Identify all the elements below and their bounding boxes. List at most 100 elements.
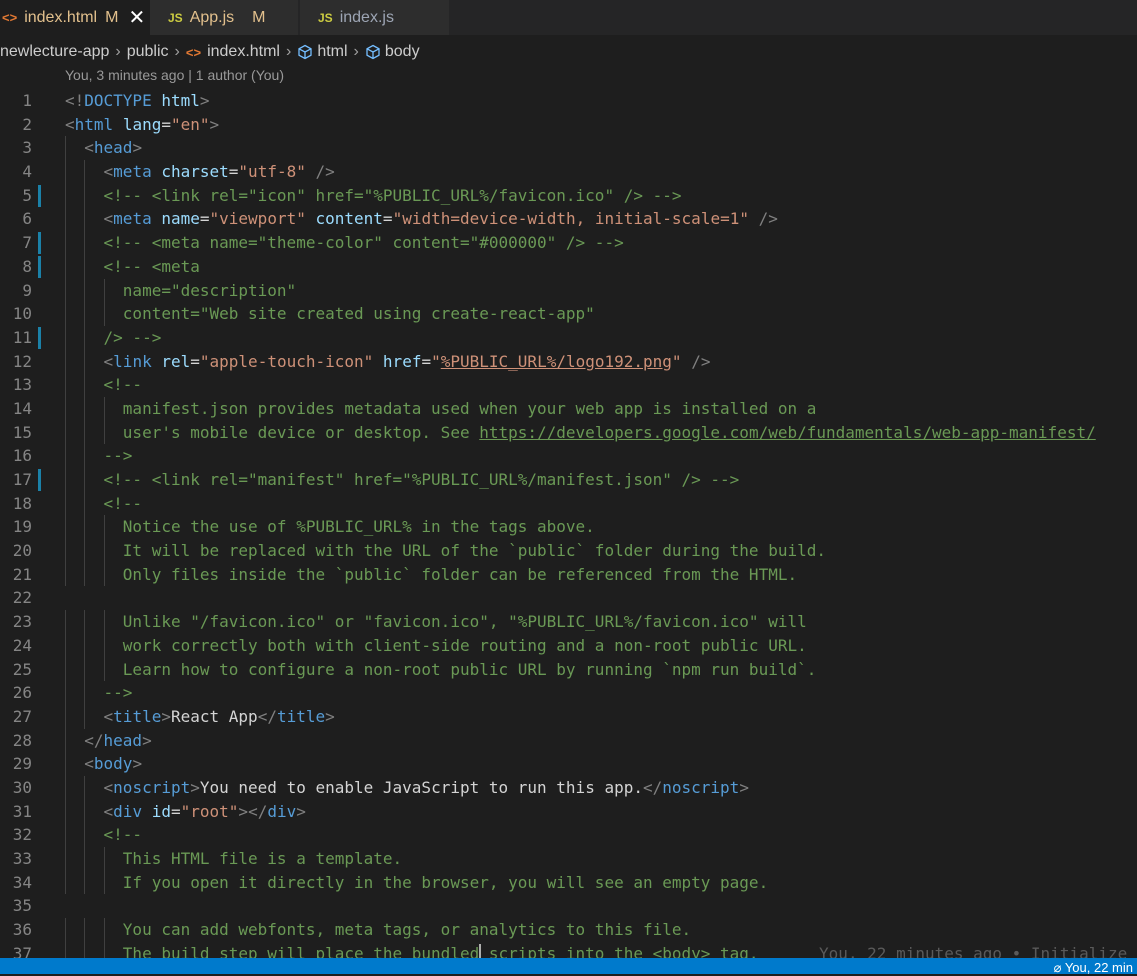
line-number: 10	[12, 304, 32, 324]
code-line[interactable]: 3 <head>	[0, 136, 1137, 161]
tab-index-html[interactable]: <> index.html M ✕	[0, 0, 150, 35]
git-commit-icon: ⌀	[1053, 960, 1065, 975]
code-text: <!--	[103, 375, 143, 395]
breadcrumb-item-folder[interactable]: public	[127, 43, 169, 61]
js-file-icon: JS	[318, 10, 333, 25]
code-text: <noscript>You need to enable JavaScript …	[103, 777, 749, 797]
tab-app-js[interactable]: JS App.js M	[150, 0, 298, 35]
line-number: 14	[12, 398, 32, 418]
breadcrumb: newlecture-app › public › <> index.html …	[0, 38, 420, 66]
line-number: 8	[22, 256, 32, 276]
breadcrumb-item-symbol[interactable]: body	[385, 43, 420, 61]
inline-git-blame[interactable]: You, 22 minutes ago • Initialize	[819, 942, 1127, 958]
code-line[interactable]: 19 Notice the use of %PUBLIC_URL% in the…	[0, 515, 1137, 540]
git-modified-gutter-marker[interactable]	[38, 326, 41, 349]
symbol-element-icon	[297, 44, 313, 60]
code-line[interactable]: 28 </head>	[0, 728, 1137, 753]
code-text: Unlike "/favicon.ico" or "favicon.ico", …	[65, 612, 807, 632]
code-text: It will be replaced with the URL of the …	[65, 541, 826, 561]
code-text: content="Web site created using create-r…	[65, 304, 595, 324]
git-modified-gutter-marker[interactable]	[38, 184, 41, 207]
line-number: 21	[12, 564, 32, 584]
code-text: <head>	[84, 138, 143, 158]
tab-label: index.js	[339, 8, 394, 26]
code-line[interactable]: 6 <meta name="viewport" content="width=d…	[0, 207, 1137, 232]
line-number: 4	[22, 162, 32, 182]
line-number: 6	[22, 209, 32, 229]
code-line[interactable]: 9 name="description"	[0, 278, 1137, 303]
js-file-icon: JS	[168, 10, 183, 25]
code-text: -->	[65, 446, 133, 466]
code-line[interactable]: 32 <!--	[0, 823, 1137, 847]
code-text: <html lang="en">	[65, 114, 220, 134]
git-modified-gutter-marker[interactable]	[38, 232, 41, 255]
code-line[interactable]: 34 If you open it directly in the browse…	[0, 870, 1137, 895]
code-line[interactable]: 36 You can add webfonts, meta tags, or a…	[0, 918, 1137, 942]
code-line[interactable]: 16 -->	[0, 444, 1137, 468]
tab-label: index.html	[24, 8, 98, 26]
breadcrumb-item-file[interactable]: index.html	[207, 43, 280, 61]
html-file-icon: <>	[185, 44, 202, 60]
code-line[interactable]: 35	[0, 894, 1137, 918]
git-modified-gutter-marker[interactable]	[38, 469, 41, 491]
code-line[interactable]: 24 work correctly both with client-side …	[0, 633, 1137, 658]
code-line[interactable]: 18 <!--	[0, 491, 1137, 516]
line-number: 30	[12, 777, 32, 797]
code-line[interactable]: 12 <link rel="apple-touch-icon" href="%P…	[0, 349, 1137, 374]
code-line[interactable]: 17 <!-- <link rel="manifest" href="%PUBL…	[0, 468, 1137, 492]
code-text: If you open it directly in the browser, …	[65, 872, 769, 892]
code-text: You can add webfonts, meta tags, or anal…	[65, 920, 692, 940]
line-number: 22	[12, 588, 32, 608]
codelens-blame[interactable]: You, 3 minutes ago | 1 author (You)	[65, 67, 284, 83]
code-line[interactable]: 7 <!-- <meta name="theme-color" content=…	[0, 231, 1137, 255]
code-line[interactable]: 14 manifest.json provides metadata used …	[0, 396, 1137, 421]
line-number: 37	[12, 943, 32, 958]
code-text: <body>	[84, 754, 143, 774]
code-line[interactable]: 23 Unlike "/favicon.ico" or "favicon.ico…	[0, 610, 1137, 634]
code-line[interactable]: 37 The build step will place the bundled…	[0, 941, 1137, 958]
code-line[interactable]: 15 user's mobile device or desktop. See …	[0, 420, 1137, 445]
code-text: This HTML file is a template.	[65, 849, 403, 868]
close-icon[interactable]: ✕	[128, 5, 145, 30]
tab-index-js[interactable]: JS index.js	[300, 0, 449, 35]
line-number: 3	[22, 138, 32, 158]
code-editor[interactable]: 1 <!DOCTYPE html> 2 <html lang="en"> 3 <head…	[0, 89, 1137, 958]
line-number: 13	[12, 375, 32, 395]
code-text: <!--	[103, 493, 143, 513]
code-text: user's mobile device or desktop. See htt…	[65, 422, 1096, 442]
code-line[interactable]: 8 <!-- <meta	[0, 254, 1137, 279]
code-text: <!-- <link rel="manifest" href="%PUBLIC_…	[103, 470, 740, 489]
code-line[interactable]: 29 <body>	[0, 752, 1137, 776]
code-line[interactable]: 21 Only files inside the `public` folder…	[0, 562, 1137, 587]
line-number: 15	[12, 422, 32, 442]
code-line[interactable]: 10 content="Web site created using creat…	[0, 302, 1137, 326]
code-text: Notice the use of %PUBLIC_URL% in the ta…	[65, 517, 595, 537]
code-line[interactable]: 25 Learn how to configure a non-root pub…	[0, 657, 1137, 682]
code-text: <meta name="viewport" content="width=dev…	[103, 209, 778, 229]
git-modified-gutter-marker[interactable]	[38, 255, 41, 278]
code-text: <!-- <link rel="icon" href="%PUBLIC_URL%…	[103, 185, 682, 205]
breadcrumb-item-symbol[interactable]: html	[317, 43, 347, 61]
code-line[interactable]: 20 It will be replaced with the URL of t…	[0, 539, 1137, 563]
text-cursor	[479, 943, 482, 958]
code-line[interactable]: 5 <!-- <link rel="icon" href="%PUBLIC_UR…	[0, 183, 1137, 208]
tab-label: App.js	[189, 8, 235, 26]
code-line[interactable]: 31 <div id="root"></div>	[0, 799, 1137, 824]
breadcrumb-item-folder[interactable]: newlecture-app	[0, 43, 109, 61]
code-line[interactable]: 1 <!DOCTYPE html>	[0, 89, 1137, 113]
chevron-right-icon: ›	[174, 43, 180, 60]
code-line[interactable]: 13 <!--	[0, 373, 1137, 397]
code-line[interactable]: 26 -->	[0, 681, 1137, 705]
code-line[interactable]: 4 <meta charset="utf-8" />	[0, 160, 1137, 184]
code-line[interactable]: 22	[0, 586, 1137, 610]
code-line[interactable]: 11 /> -->	[0, 325, 1137, 350]
code-line[interactable]: 30 <noscript>You need to enable JavaScri…	[0, 775, 1137, 800]
editor-tab-bar: <> index.html M ✕ JS App.js M JS index.j…	[0, 0, 1137, 35]
line-number: 1	[22, 91, 32, 110]
code-line[interactable]: 33 This HTML file is a template.	[0, 847, 1137, 871]
code-line[interactable]: 2 <html lang="en">	[0, 113, 1137, 137]
line-number: 25	[12, 659, 32, 679]
line-number: 29	[12, 754, 32, 774]
code-line[interactable]: 27 <title>React App</title>	[0, 704, 1137, 729]
line-number: 17	[12, 470, 32, 489]
